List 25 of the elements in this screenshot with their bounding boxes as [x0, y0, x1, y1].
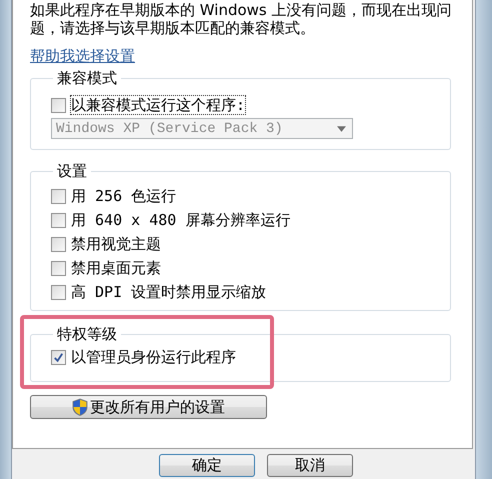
dialog-button[interactable]: 取消: [267, 454, 353, 477]
checkbox[interactable]: [51, 188, 66, 204]
checkbox[interactable]: [51, 350, 66, 364]
checkbox[interactable]: [51, 212, 66, 228]
checkbox-label[interactable]: 用 256 色运行: [71, 187, 176, 205]
checkbox-label[interactable]: 用 640 x 480 屏幕分辨率运行: [71, 211, 290, 229]
checkbox-label[interactable]: 高 DPI 设置时禁用显示缩放: [71, 283, 266, 301]
description-text: 题，请选择与该早期版本匹配的兼容模式。: [30, 19, 316, 37]
dialog-button[interactable]: 确定: [159, 454, 255, 477]
dropdown-arrow-icon: [337, 126, 346, 132]
checkbox-label[interactable]: 禁用视觉主题: [71, 235, 161, 253]
group-title: 兼容模式: [56, 69, 118, 87]
description-text: 如果此程序在早期版本的 Windows 上没有问题，而现在出现问: [30, 1, 451, 19]
checkbox[interactable]: [51, 98, 66, 112]
checkbox[interactable]: [51, 236, 66, 252]
group-title: 特权等级: [56, 325, 118, 343]
checkbox-label[interactable]: 以管理员身份运行此程序: [71, 348, 236, 366]
checkbox-label[interactable]: 禁用桌面元素: [71, 259, 161, 277]
checkbox[interactable]: [51, 284, 66, 300]
group-title: 设置: [56, 162, 88, 180]
checkbox[interactable]: [51, 260, 66, 276]
help-link[interactable]: 帮助我选择设置: [30, 47, 135, 65]
checkbox-label[interactable]: 以兼容模式运行这个程序:: [71, 96, 246, 114]
shield-icon: [72, 398, 88, 416]
change-settings-button[interactable]: 更改所有用户的设置: [30, 395, 267, 419]
